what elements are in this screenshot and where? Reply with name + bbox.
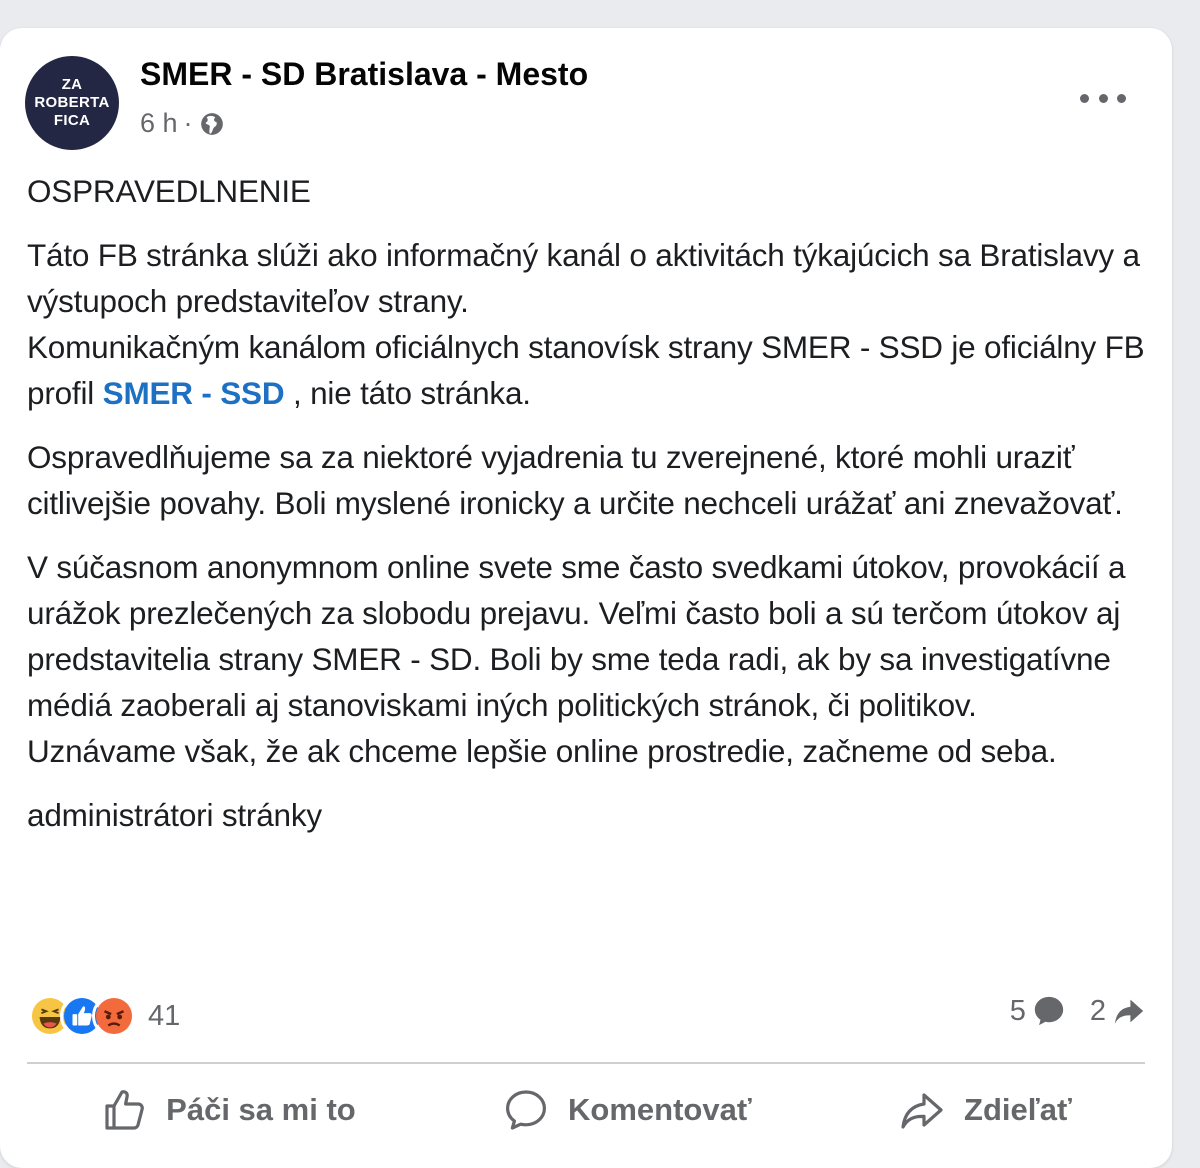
comment-bubble-icon xyxy=(1034,996,1064,1026)
comments-count-value: 5 xyxy=(1009,994,1026,1027)
meta-separator: · xyxy=(183,108,193,138)
post-body: OSPRAVEDLNENIE Táto FB stránka slúži ako… xyxy=(27,168,1152,838)
shares-count-value: 2 xyxy=(1089,994,1106,1027)
share-arrow-icon xyxy=(1114,999,1144,1024)
comment-button-label: Komentovať xyxy=(568,1092,752,1127)
mention-link[interactable]: SMER - SSD xyxy=(103,375,285,411)
shares-count[interactable]: 2 xyxy=(1090,994,1146,1028)
post-meta: 6 h · xyxy=(140,108,225,139)
comments-count[interactable]: 5 xyxy=(1010,994,1066,1028)
avatar[interactable]: ZA ROBERTA FICA xyxy=(25,56,119,150)
post-signature: administrátori stránky xyxy=(27,797,322,833)
post-text: , nie táto stránka. xyxy=(292,375,531,411)
share-icon xyxy=(901,1093,943,1129)
avatar-text-line: FICA xyxy=(53,112,91,129)
reaction-count: 41 xyxy=(148,999,181,1032)
post-paragraph: Táto FB stránka slúži ako informačný kan… xyxy=(27,232,1152,416)
post-card: ZA ROBERTA FICA SMER - SD Bratislava - M… xyxy=(0,28,1172,1168)
share-button-label: Zdieľať xyxy=(964,1092,1072,1127)
share-button[interactable]: Zdieľať xyxy=(898,1080,1072,1140)
angry-reaction-icon xyxy=(92,994,136,1038)
post-timestamp[interactable]: 6 h xyxy=(140,108,178,139)
like-button[interactable]: Páči sa mi to xyxy=(100,1080,356,1140)
action-bar: Páči sa mi to Komentovať Zdieľať xyxy=(27,1080,1145,1140)
post-paragraph: Ospravedlňujeme sa za niektoré vyjadreni… xyxy=(27,439,1123,521)
like-button-label: Páči sa mi to xyxy=(166,1092,356,1127)
more-options-icon[interactable] xyxy=(1080,83,1126,113)
globe-icon xyxy=(200,112,223,135)
post-text: Táto FB stránka slúži ako informačný kan… xyxy=(27,237,1140,319)
post-stats: 5 2 xyxy=(1010,994,1146,1028)
thumbs-up-icon xyxy=(105,1090,145,1130)
divider xyxy=(27,1062,1145,1064)
post-text: V súčasnom anonymnom online svete sme ča… xyxy=(27,549,1126,723)
comment-button[interactable]: Komentovať xyxy=(502,1080,752,1140)
post-heading: OSPRAVEDLNENIE xyxy=(27,173,311,209)
post-paragraph: V súčasnom anonymnom online svete sme ča… xyxy=(27,544,1152,774)
avatar-text-line: ZA xyxy=(61,76,83,93)
post-text: Uznávame však, že ak chceme lepšie onlin… xyxy=(27,733,1057,769)
page-name-link[interactable]: SMER - SD Bratislava - Mesto xyxy=(140,56,588,93)
avatar-text-line: ROBERTA xyxy=(34,94,110,111)
comment-icon xyxy=(506,1090,547,1130)
reactions-summary[interactable]: 41 xyxy=(28,994,180,1038)
